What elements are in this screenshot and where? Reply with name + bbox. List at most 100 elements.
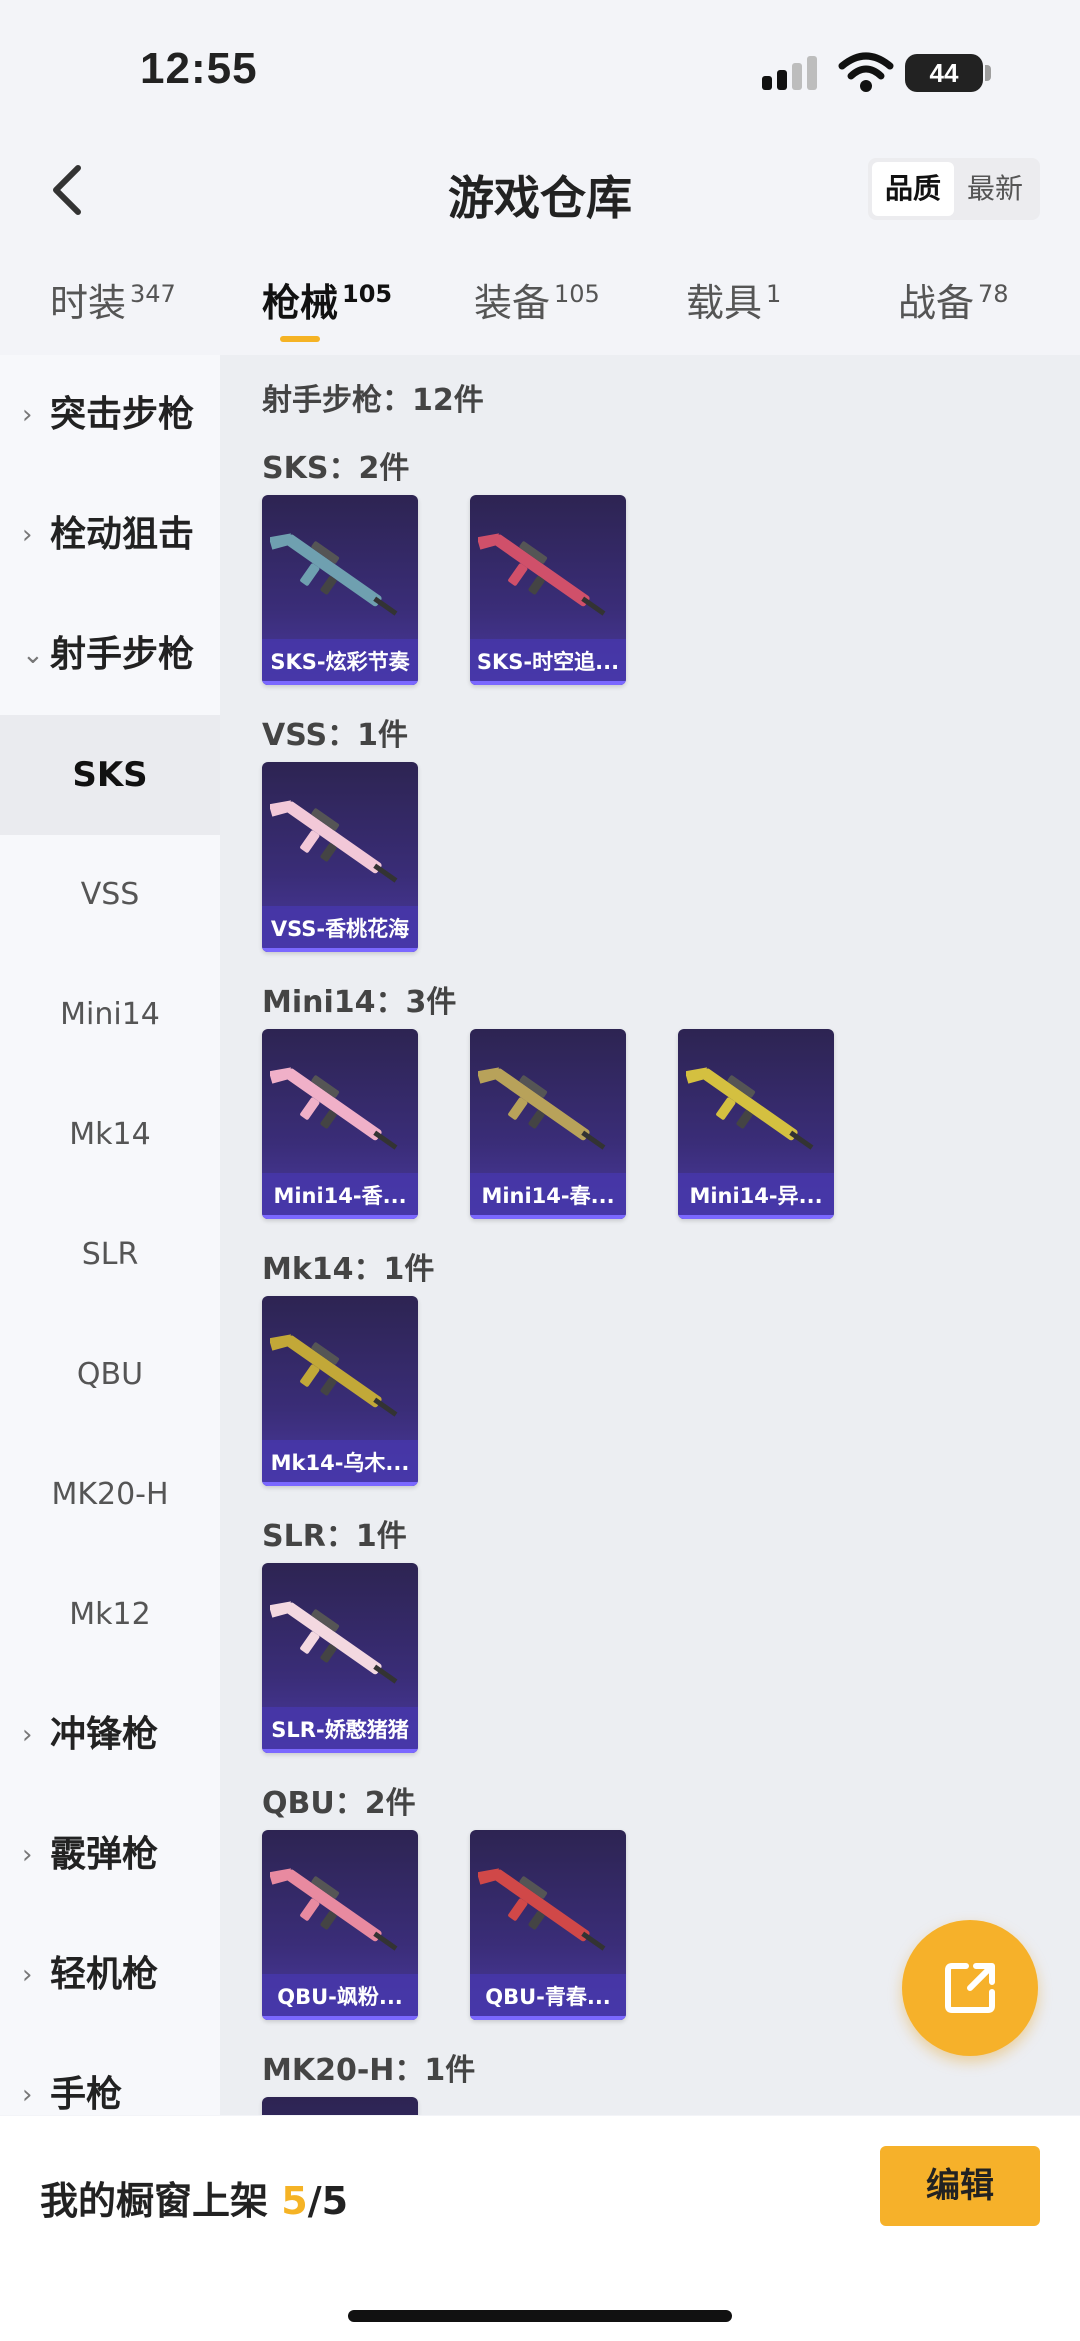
chevron-right-icon: › (22, 1840, 33, 1870)
section-label: SKS：2件 (262, 451, 410, 486)
rifle-icon (270, 533, 398, 616)
edit-button[interactable]: 编辑 (880, 2146, 1040, 2226)
sort-option-quality[interactable]: 品质 (872, 162, 954, 216)
tab-label: 装备 (474, 281, 551, 325)
sidebar-item-mk20h[interactable]: MK20-H (0, 1435, 220, 1555)
wifi-icon (838, 52, 894, 92)
tab-count: 105 (554, 280, 600, 309)
rifle-icon (478, 1067, 606, 1150)
tab-battle-gear[interactable]: 战备 78 (898, 272, 1009, 327)
item-grid-area: 射手步枪：12件 SKS：2件 SKS-炫彩节奏 SKS-时空追... VSS：1件 V… (220, 355, 1080, 2115)
rarity-stripe (262, 1749, 418, 1753)
item-card[interactable]: QBU-飒粉... (262, 1830, 418, 2020)
rifle-icon (270, 1868, 398, 1951)
sidebar-category-lmg[interactable]: › 轻机枪 (0, 1915, 220, 2035)
item-name: Mini14-春... (470, 1173, 626, 1219)
item-card[interactable]: SKS-时空追... (470, 495, 626, 685)
sidebar-category-label: 射手步枪 (50, 634, 195, 675)
tab-equipment[interactable]: 装备 105 (474, 272, 600, 327)
chevron-down-icon: ⌄ (22, 640, 44, 670)
item-card[interactable]: Mk14-乌木... (262, 1296, 418, 1486)
item-card[interactable]: Mini14-香... (262, 1029, 418, 1219)
item-name: QBU-飒粉... (262, 1974, 418, 2020)
sidebar-category-label: 冲锋枪 (50, 1714, 159, 1755)
item-card[interactable]: SLR-娇憨猪猪 (262, 1563, 418, 1753)
rarity-stripe (262, 948, 418, 952)
sidebar-category-assault-rifle[interactable]: › 突击步枪 (0, 355, 220, 475)
sidebar-category-marksman-rifle[interactable]: ⌄ 射手步枪 (0, 595, 220, 715)
section-label: Mk14：1件 (262, 1252, 435, 1287)
category-tabs: 时装 347 枪械 105 装备 105 载具 1 战备 78 (0, 262, 1080, 354)
bottom-bar: 我的橱窗上架 5/5 编辑 (0, 2116, 1080, 2341)
rifle-icon (478, 533, 606, 616)
sidebar-item-mk12[interactable]: Mk12 (0, 1555, 220, 1675)
chevron-right-icon: › (22, 2080, 33, 2110)
rifle-icon (270, 800, 398, 883)
tab-fashion[interactable]: 时装 347 (50, 272, 176, 327)
sidebar-item-vss[interactable]: VSS (0, 835, 220, 955)
status-bar: 12:55 44 (0, 0, 1080, 140)
tab-label: 时装 (50, 281, 127, 325)
rarity-stripe (262, 2016, 418, 2020)
tab-firearms[interactable]: 枪械 105 (262, 272, 392, 327)
category-header: 射手步枪：12件 (262, 383, 484, 418)
rifle-icon (478, 1868, 606, 1951)
chevron-right-icon: › (22, 1960, 33, 1990)
page-header: 游戏仓库 品质 最新 (0, 140, 1080, 240)
section-label: SLR：1件 (262, 1519, 407, 1554)
active-tab-indicator (280, 336, 320, 342)
sidebar-item-mini14[interactable]: Mini14 (0, 955, 220, 1075)
item-card[interactable]: QBU-青春... (470, 1830, 626, 2020)
sort-option-newest[interactable]: 最新 (954, 162, 1036, 216)
rarity-stripe (262, 1482, 418, 1486)
item-name: QBU-青春... (470, 1974, 626, 2020)
cellular-signal-icon (762, 56, 820, 90)
rarity-stripe (262, 681, 418, 685)
sidebar-item-qbu[interactable]: QBU (0, 1315, 220, 1435)
tab-vehicles[interactable]: 载具 1 (686, 272, 781, 327)
section-label: VSS：1件 (262, 718, 408, 753)
item-card[interactable]: Mini14-春... (470, 1029, 626, 1219)
showcase-status: 我的橱窗上架 5/5 (40, 2170, 348, 2225)
item-name: Mini14-异... (678, 1173, 834, 1219)
rifle-icon (270, 1067, 398, 1150)
tab-count: 347 (130, 280, 176, 309)
share-icon (945, 1963, 995, 2013)
rarity-stripe (262, 1215, 418, 1219)
section-label: MK20-H：1件 (262, 2053, 476, 2088)
sidebar-category-pistol[interactable]: › 手枪 (0, 2035, 220, 2115)
item-card[interactable]: Mini14-异... (678, 1029, 834, 1219)
item-name: SKS-炫彩节奏 (262, 639, 418, 685)
sidebar-category-label: 突击步枪 (50, 394, 195, 435)
sidebar-category-label: 栓动狙击 (50, 514, 195, 555)
sidebar-category-smg[interactable]: › 冲锋枪 (0, 1675, 220, 1795)
rarity-stripe (470, 2016, 626, 2020)
sidebar-item-slr[interactable]: SLR (0, 1195, 220, 1315)
sidebar-category-shotgun[interactable]: › 霰弹枪 (0, 1795, 220, 1915)
rifle-icon (686, 1067, 814, 1150)
sidebar: › 突击步枪 › 栓动狙击 ⌄ 射手步枪 SKS VSS Mini14 Mk14 SL… (0, 355, 220, 2115)
share-button[interactable] (902, 1920, 1038, 2056)
tab-label: 枪械 (262, 281, 339, 325)
battery-tip (985, 65, 991, 81)
sidebar-category-bolt-sniper[interactable]: › 栓动狙击 (0, 475, 220, 595)
item-card[interactable]: VSS-香桃花海 (262, 762, 418, 952)
home-indicator (348, 2310, 732, 2322)
item-card[interactable]: SKS-炫彩节奏 (262, 495, 418, 685)
chevron-right-icon: › (22, 400, 33, 430)
chevron-right-icon: › (22, 520, 33, 550)
sidebar-category-label: 手枪 (50, 2074, 123, 2115)
sidebar-category-label: 霰弹枪 (50, 1834, 159, 1875)
sidebar-category-label: 轻机枪 (50, 1954, 159, 1995)
tab-label: 载具 (686, 281, 763, 325)
showcase-separator: / (307, 2179, 322, 2223)
sidebar-item-sks[interactable]: SKS (0, 715, 220, 835)
sidebar-item-mk14[interactable]: Mk14 (0, 1075, 220, 1195)
section-label: QBU：2件 (262, 1786, 416, 1821)
item-name: SKS-时空追... (470, 639, 626, 685)
tab-count: 105 (342, 280, 393, 309)
status-time: 12:55 (140, 44, 258, 93)
rarity-stripe (470, 1215, 626, 1219)
item-card-partial[interactable] (262, 2097, 418, 2115)
tab-count: 78 (978, 280, 1009, 309)
